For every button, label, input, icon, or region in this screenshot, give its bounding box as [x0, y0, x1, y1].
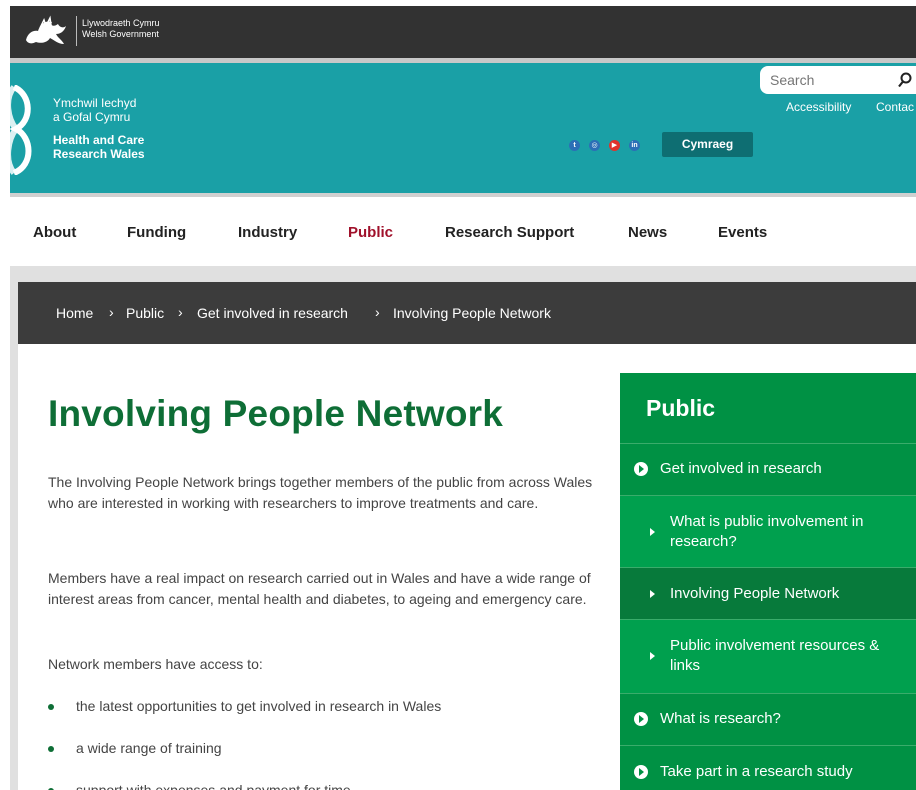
intro-paragraph: The Involving People Network brings toge… [48, 474, 593, 511]
breadcrumb-separator: › [178, 304, 183, 320]
page-title: Involving People Network [48, 393, 504, 434]
logo-text-welsh-2: a Gofal Cymru [53, 110, 131, 124]
impact-paragraph: Members have a real impact on research c… [48, 570, 591, 607]
gov-name-welsh: Llywodraeth Cymru [82, 18, 160, 28]
grey-strip-lower [10, 193, 916, 197]
sidebar-item-label: What is public involvement in research? [670, 513, 864, 550]
twitter-icon[interactable]: t [569, 140, 580, 151]
logo-text-english-1: Health and Care [53, 133, 145, 147]
gov-divider [76, 16, 77, 46]
sidebar-item-label: Involving People Network [670, 585, 840, 602]
welsh-dragon-logo-icon[interactable] [20, 14, 70, 50]
breadcrumb-public[interactable]: Public [126, 305, 164, 321]
nav-item-industry[interactable]: Industry [238, 224, 297, 241]
nav-item-funding[interactable]: Funding [127, 224, 186, 241]
sidebar-item-resources-links[interactable]: Public involvement resources & links [620, 619, 916, 693]
breadcrumb: Home › Public › Get involved in research… [18, 282, 916, 344]
sidebar-item-label: Take part in a research study [660, 763, 853, 780]
sidebar-item-label: What is research? [660, 710, 781, 727]
breadcrumb-home[interactable]: Home [56, 305, 93, 321]
list-item-text: the latest opportunities to get involved… [76, 698, 442, 714]
government-bar: Llywodraeth Cymru Welsh Government [10, 6, 916, 58]
list-item-text: support with expenses and payment for ti… [76, 782, 351, 790]
youtube-icon[interactable]: ▶ [609, 140, 620, 151]
sidebar-nav: Public Get involved in research What is … [620, 373, 916, 790]
sidebar-item-what-is-public-involvement[interactable]: What is public involvement in research? [620, 495, 916, 567]
nav-item-news[interactable]: News [628, 224, 667, 241]
nav-item-research-support[interactable]: Research Support [445, 224, 574, 241]
instagram-icon[interactable]: ◎ [589, 140, 600, 151]
chevron-right-icon [634, 765, 648, 779]
chevron-right-icon [634, 462, 648, 476]
nav-item-about[interactable]: About [33, 224, 76, 241]
sidebar-title: Public [646, 395, 716, 421]
cymraeg-language-button[interactable]: Cymraeg [662, 132, 753, 157]
linkedin-icon[interactable]: in [629, 140, 640, 151]
breadcrumb-get-involved[interactable]: Get involved in research [197, 305, 348, 321]
nav-item-public[interactable]: Public [348, 224, 393, 241]
access-paragraph: Network members have access to: [48, 656, 263, 672]
gov-text: Llywodraeth Cymru Welsh Government [82, 18, 160, 40]
bullet-icon [48, 746, 54, 752]
chevron-right-icon [650, 652, 655, 660]
breadcrumb-current: Involving People Network [393, 305, 551, 321]
contact-link[interactable]: Contac [876, 100, 914, 114]
bullet-icon [48, 704, 54, 710]
logo-text-english-2: Research Wales [53, 147, 145, 161]
sidebar-item-label: Public involvement resources & links [670, 637, 880, 674]
breadcrumb-separator: › [375, 304, 380, 320]
sidebar-item-get-involved[interactable]: Get involved in research [620, 443, 916, 495]
sidebar-item-take-part[interactable]: Take part in a research study [620, 745, 916, 790]
search-input[interactable] [760, 66, 916, 94]
gov-name-english: Welsh Government [82, 29, 159, 39]
sidebar-item-what-is-research[interactable]: What is research? [620, 693, 916, 745]
main-nav: About Funding Industry Public Research S… [0, 212, 916, 252]
chevron-right-icon [650, 590, 655, 598]
search-icon[interactable] [898, 72, 912, 88]
list-item-text: a wide range of training [76, 740, 222, 756]
hcrw-logo-icon[interactable] [10, 85, 44, 175]
sidebar-item-involving-people-network[interactable]: Involving People Network [620, 567, 916, 619]
sidebar-item-label: Get involved in research [660, 460, 822, 477]
chevron-right-icon [634, 712, 648, 726]
logo-text-welsh-1: Ymchwil Iechyd [53, 96, 137, 110]
accessibility-link[interactable]: Accessibility [786, 100, 851, 114]
chevron-right-icon [650, 528, 655, 536]
breadcrumb-separator: › [109, 304, 114, 320]
nav-item-events[interactable]: Events [718, 224, 767, 241]
